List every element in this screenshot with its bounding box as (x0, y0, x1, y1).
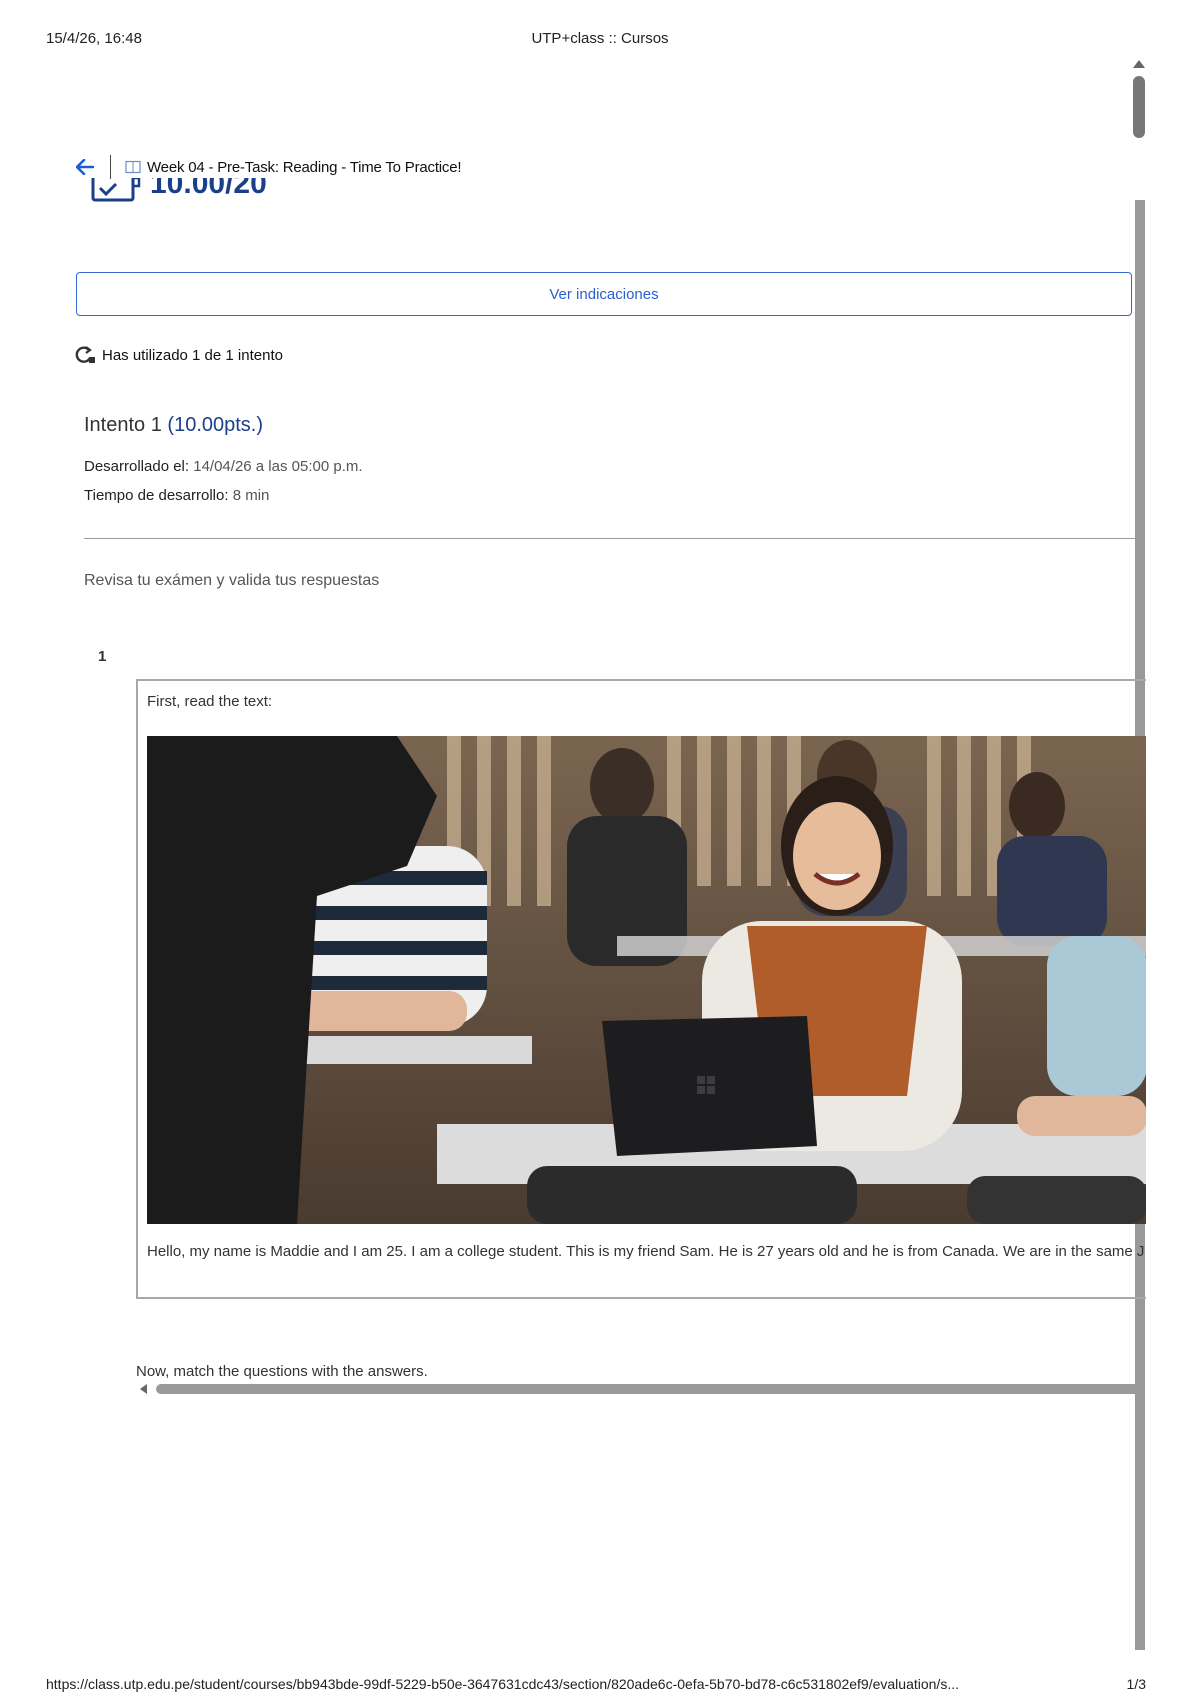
reading-passage: Hello, my name is Maddie and I am 25. I … (147, 1243, 1145, 1260)
question-intro: First, read the text: (147, 693, 273, 710)
developed-date-line: Desarrollado el: 14/04/26 a las 05:00 p.… (84, 458, 363, 475)
attempt-label: Intento 1 (84, 414, 162, 436)
duration-label: Tiempo de desarrollo: (84, 487, 229, 504)
score-display: 10.00/20 (90, 178, 390, 220)
print-page-title: UTP+class :: Cursos (531, 30, 669, 47)
refresh-attempt-icon (74, 345, 96, 365)
classroom-photo (147, 736, 1146, 1224)
page-count: 1/3 (1126, 1676, 1146, 1692)
question-content-box: First, read the text: Hello, my name is … (136, 679, 1146, 1299)
exam-score-icon (90, 178, 142, 204)
page-url: https://class.utp.edu.pe/student/courses… (46, 1676, 959, 1692)
activity-title: Week 04 - Pre-Task: Reading - Time To Pr… (147, 158, 462, 176)
attempts-info: Has utilizado 1 de 1 intento (74, 345, 283, 365)
scroll-up-arrow[interactable] (1133, 60, 1145, 68)
duration-line: Tiempo de desarrollo: 8 min (84, 487, 269, 504)
score-value: 10.00/20 (150, 178, 267, 200)
developed-value: 14/04/26 a las 05:00 p.m. (193, 458, 363, 475)
book-icon (125, 160, 141, 174)
match-instruction: Now, match the questions with the answer… (136, 1363, 428, 1380)
review-instruction: Revisa tu exámen y valida tus respuestas (84, 572, 380, 589)
nav-divider (110, 155, 111, 179)
attempt-title: Intento 1 (10.00pts.) (84, 414, 263, 437)
arrow-left-icon[interactable] (74, 156, 96, 178)
question-number: 1 (98, 648, 107, 665)
duration-value: 8 min (232, 487, 270, 504)
section-divider (84, 538, 1135, 539)
scrollbar-thumb[interactable] (1133, 76, 1145, 138)
attempts-text: Has utilizado 1 de 1 intento (102, 346, 283, 364)
horizontal-scrollbar[interactable] (156, 1384, 1135, 1394)
scroll-left-arrow[interactable] (140, 1384, 147, 1394)
view-instructions-button[interactable]: Ver indicaciones (76, 272, 1132, 316)
developed-label: Desarrollado el: (84, 458, 190, 475)
attempt-points: (10.00pts.) (167, 414, 264, 436)
